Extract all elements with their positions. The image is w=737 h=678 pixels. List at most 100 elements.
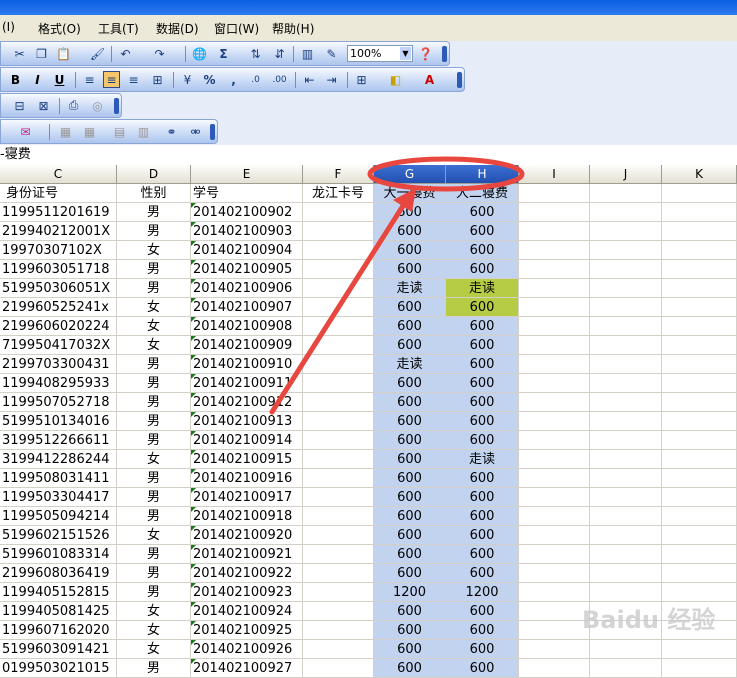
table-cell[interactable]: 600 [446,355,519,374]
table-cell[interactable]: 男 [117,374,191,393]
mail-icon[interactable]: ✉ [17,123,34,140]
table-cell[interactable]: 600 [374,203,446,222]
empty-cell[interactable] [590,431,662,450]
borders-icon[interactable]: ⊞ [353,71,370,88]
pivot-icon[interactable]: ⊠ [35,97,52,114]
copy-icon[interactable]: ❐ [33,45,50,62]
table-cell[interactable]: 600 [374,336,446,355]
empty-cell[interactable] [519,279,590,298]
empty-cell[interactable] [590,317,662,336]
header-cell[interactable]: 学号 [191,184,303,203]
table-cell[interactable]: 1199505094214 [0,507,117,526]
table-cell[interactable]: 201402100905 [191,260,303,279]
empty-cell[interactable] [590,203,662,222]
table-cell[interactable]: 201402100915 [191,450,303,469]
table-cell[interactable]: 719950417032X [0,336,117,355]
table-cell[interactable]: 519950306051X [0,279,117,298]
empty-cell[interactable] [519,621,590,640]
table-cell[interactable]: 600 [374,621,446,640]
table-cell[interactable]: 女 [117,317,191,336]
table-cell[interactable]: 600 [374,526,446,545]
decrease-indent-icon[interactable]: ⇤ [301,71,318,88]
table-cell[interactable]: 5199603091421 [0,640,117,659]
header-cell[interactable]: 性别 [117,184,191,203]
table-cell[interactable] [303,241,374,260]
empty-cell[interactable] [590,469,662,488]
decrease-decimal-icon[interactable]: .00 [271,71,288,88]
empty-cell[interactable] [662,336,737,355]
table-cell[interactable] [303,222,374,241]
empty-cell[interactable] [590,545,662,564]
help-icon[interactable]: ❓ [417,45,434,62]
table-cell[interactable]: 600 [446,469,519,488]
empty-cell[interactable] [519,184,590,203]
table-cell[interactable]: 男 [117,659,191,678]
increase-decimal-icon[interactable]: .0 [247,71,264,88]
table-cell[interactable] [303,412,374,431]
header-cell[interactable]: 身份证号 [0,184,117,203]
table-cell[interactable]: 600 [374,640,446,659]
merge-center-icon[interactable]: ⊞ [149,71,166,88]
empty-cell[interactable] [519,659,590,678]
font-color-icon[interactable]: A [421,71,438,88]
table-cell[interactable] [303,374,374,393]
table-cell[interactable]: 19970307102X [0,241,117,260]
zoom-select[interactable]: 100% ▼ [347,45,413,62]
table-cell[interactable] [303,203,374,222]
table-cell[interactable]: 走读 [374,355,446,374]
table-cell[interactable]: 男 [117,222,191,241]
empty-cell[interactable] [519,507,590,526]
table-cell[interactable]: 201402100925 [191,621,303,640]
table-cell[interactable] [303,260,374,279]
table-cell[interactable]: 2199703300431 [0,355,117,374]
empty-cell[interactable] [519,374,590,393]
empty-cell[interactable] [519,222,590,241]
grid-icon[interactable]: ▦ [57,123,74,140]
table-cell[interactable]: 600 [374,450,446,469]
column-header-e[interactable]: E [191,165,303,184]
table-cell[interactable]: 1199511201619 [0,203,117,222]
unlink-icon[interactable]: ⚮ [187,123,204,140]
table-cell[interactable] [303,659,374,678]
table-cell[interactable]: 女 [117,640,191,659]
table-cell[interactable]: 600 [374,602,446,621]
menu-tools[interactable]: 工具(T) [98,20,139,37]
toolbar-grip[interactable] [114,98,119,114]
table-cell[interactable]: 600 [446,640,519,659]
table-cell[interactable]: 男 [117,203,191,222]
table-cell[interactable]: 1199508031411 [0,469,117,488]
sort-descending-icon[interactable]: ⇵ [271,45,288,62]
table-cell[interactable]: 600 [374,659,446,678]
empty-cell[interactable] [590,241,662,260]
table-cell[interactable]: 女 [117,298,191,317]
empty-cell[interactable] [590,412,662,431]
empty-cell[interactable] [519,393,590,412]
empty-cell[interactable] [590,564,662,583]
link-icon[interactable]: ⚭ [163,123,180,140]
table-cell[interactable]: 201402100911 [191,374,303,393]
table-cell[interactable]: 走读 [446,279,519,298]
table-cell[interactable]: 1200 [446,583,519,602]
table-cell[interactable]: 600 [446,507,519,526]
grid-icon[interactable]: ▦ [81,123,98,140]
table-cell[interactable]: 走读 [374,279,446,298]
empty-cell[interactable] [662,412,737,431]
underline-button[interactable]: U [51,71,68,88]
empty-cell[interactable] [590,393,662,412]
empty-cell[interactable] [662,260,737,279]
table-icon[interactable]: ⊟ [11,97,28,114]
table-cell[interactable]: 600 [374,469,446,488]
table-cell[interactable]: 219960525241x [0,298,117,317]
empty-cell[interactable] [519,336,590,355]
table-cell[interactable]: 男 [117,488,191,507]
table-cell[interactable]: 男 [117,393,191,412]
empty-cell[interactable] [662,355,737,374]
empty-cell[interactable] [590,507,662,526]
formula-bar[interactable]: -寝费 [0,145,737,166]
table-cell[interactable]: 男 [117,355,191,374]
table-cell[interactable]: 201402100902 [191,203,303,222]
list-icon[interactable]: ▤ [111,123,128,140]
menu-help[interactable]: 帮助(H) [272,20,314,37]
table-cell[interactable]: 600 [446,545,519,564]
empty-cell[interactable] [519,602,590,621]
